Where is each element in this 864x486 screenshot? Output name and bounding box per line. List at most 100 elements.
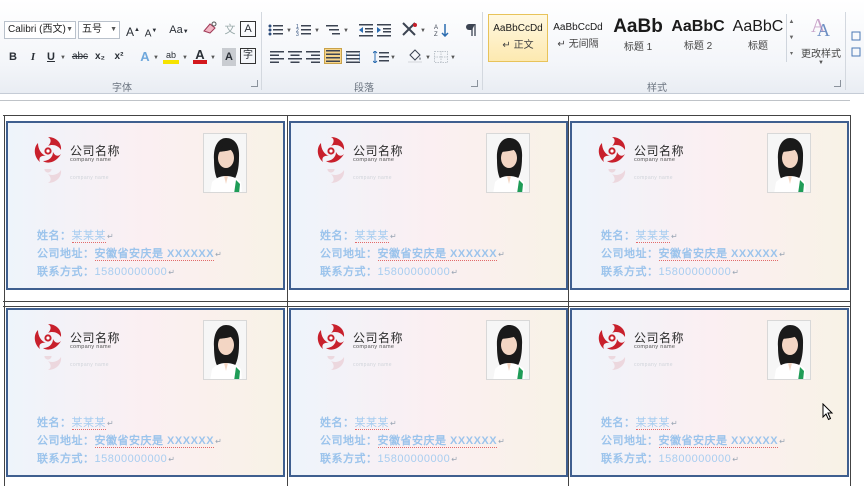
styles-dialog-launcher[interactable] (834, 80, 841, 87)
style-title[interactable]: AaBbC 标题 (728, 14, 788, 62)
sort-button[interactable]: AZ (434, 23, 450, 38)
style-name: 标题 2 (683, 41, 713, 52)
company-name-en: company name (353, 157, 395, 163)
align-right-button[interactable] (306, 50, 322, 64)
table-border-line (3, 115, 851, 116)
style-preview: AaBbCcDd (493, 23, 543, 34)
align-center-button[interactable] (288, 50, 304, 64)
chinese-layout-button[interactable] (401, 21, 417, 36)
name-field: 姓名：某某某↵ (601, 227, 678, 243)
highlight-dropdown-arrow[interactable]: ▼ (182, 55, 188, 61)
style-heading-1[interactable]: AaBb 标题 1 (608, 14, 668, 62)
business-card[interactable]: 公司名称 company name company name 姓名：某某某↵ 公… (289, 121, 568, 290)
gallery-more-button[interactable]: ▾ (787, 46, 796, 62)
business-card[interactable]: 公司名称 company name company name 姓名：某某某↵ 公… (570, 308, 849, 477)
gallery-up-button[interactable]: ▲ (787, 14, 796, 30)
line-spacing-dropdown-arrow[interactable]: ▼ (390, 55, 396, 61)
portrait-photo (767, 133, 811, 193)
name-value: 某某某 (354, 417, 389, 430)
change-case-button[interactable]: Aa▼ (168, 21, 190, 39)
ribbon: Calibri (西文) ▼ 五号 ▼ A▲ A▼ Aa▼ 文 A B I U … (0, 0, 864, 94)
font-size-dropdown[interactable]: 五号 ▼ (78, 21, 120, 39)
char-border-button[interactable]: 字 (240, 48, 256, 64)
contact-value: 15800000000 (658, 266, 732, 278)
numbering-dropdown-arrow[interactable]: ▼ (314, 28, 320, 34)
paragraph-mark-icon: ↵ (215, 437, 223, 446)
bold-icon: B (9, 51, 17, 63)
contact-field: 联系方式：15800000000↵ (601, 263, 740, 279)
contact-field: 联系方式：15800000000↵ (37, 263, 176, 279)
logo-reflection (44, 169, 62, 183)
align-left-button[interactable] (270, 50, 286, 64)
borders-dropdown-arrow[interactable]: ▼ (450, 55, 456, 61)
bullets-dropdown-arrow[interactable]: ▼ (286, 28, 292, 34)
numbering-button[interactable]: 123 (296, 23, 312, 38)
change-styles-button[interactable]: A A 更改样式 ▼ (800, 12, 842, 72)
superscript-button[interactable]: x² (112, 48, 126, 66)
enclose-char-button[interactable]: A (240, 21, 256, 37)
italic-button[interactable]: I (26, 48, 40, 66)
business-card[interactable]: 公司名称 company name company name 姓名：某某某↵ 公… (570, 121, 849, 290)
shading-dropdown-arrow[interactable]: ▼ (425, 55, 431, 61)
business-card[interactable]: 公司名称 company name company name 姓名：某某某↵ 公… (6, 121, 285, 290)
font-color-dropdown-arrow[interactable]: ▼ (210, 55, 216, 61)
document-area[interactable]: 公司名称 company name company name 姓名：某某某↵ 公… (0, 95, 864, 486)
underline-button[interactable]: U (44, 48, 58, 66)
portrait-image (204, 321, 246, 379)
business-card[interactable]: 公司名称 company name company name 姓名：某某某↵ 公… (6, 308, 285, 477)
bullets-button[interactable] (268, 23, 284, 37)
table-border-line (3, 301, 851, 302)
subscript-button[interactable]: x₂ (93, 48, 107, 66)
style-normal[interactable]: AaBbCcDd ↵ 正文 (488, 14, 548, 62)
group-separator (482, 12, 483, 90)
shading-button[interactable] (407, 49, 423, 63)
business-card[interactable]: 公司名称 company name company name 姓名：某某某↵ 公… (289, 308, 568, 477)
bold-button[interactable]: B (6, 48, 20, 66)
clear-format-button[interactable] (200, 21, 220, 39)
styles-gallery: AaBbCcDd ↵ 正文 AaBbCcDd ↵ 无间隔 AaBb 标题 1 A… (488, 14, 796, 62)
portrait-image (768, 321, 810, 379)
portrait-image (487, 134, 529, 192)
superscript-icon: x² (114, 51, 124, 62)
grow-font-button[interactable]: A▲ (126, 21, 140, 39)
name-label: 姓名： (601, 230, 636, 242)
phonetic-guide-button[interactable]: 文 (222, 21, 238, 39)
distributed-button[interactable] (345, 50, 362, 64)
enclose-char-icon: A (244, 23, 252, 35)
chinese-layout-dropdown-arrow[interactable]: ▼ (420, 28, 426, 34)
group-separator (261, 12, 262, 90)
borders-button[interactable] (434, 50, 450, 64)
text-effects-button[interactable]: A (138, 48, 152, 66)
paragraph-mark-icon: ↵ (215, 250, 223, 259)
increase-indent-button[interactable] (376, 23, 392, 37)
portrait-image (487, 321, 529, 379)
logo-reflection (44, 356, 62, 370)
multilevel-dropdown-arrow[interactable]: ▼ (343, 28, 349, 34)
table-border-line (4, 115, 5, 486)
paragraph-dialog-launcher[interactable] (471, 80, 478, 87)
shrink-font-button[interactable]: A▼ (144, 22, 158, 40)
show-marks-button[interactable] (462, 23, 478, 37)
strikethrough-button[interactable]: abc (70, 48, 90, 66)
font-name-dropdown[interactable]: Calibri (西文) ▼ (4, 21, 76, 39)
char-shading-button[interactable]: A (222, 48, 236, 66)
underline-dropdown-arrow[interactable]: ▼ (60, 55, 66, 61)
gallery-down-button[interactable]: ▼ (787, 30, 796, 46)
clear-format-icon (203, 21, 217, 34)
line-spacing-button[interactable] (372, 50, 389, 64)
font-dialog-launcher[interactable] (251, 80, 258, 87)
company-name-en: company name (634, 344, 676, 350)
decrease-indent-button[interactable] (358, 23, 374, 37)
highlight-icon: ab (165, 50, 176, 60)
text-effects-dropdown-arrow[interactable]: ▼ (153, 55, 159, 61)
multilevel-list-button[interactable] (325, 23, 341, 37)
paint-bucket-icon (408, 49, 422, 63)
highlight-button[interactable]: ab (162, 46, 180, 64)
paragraph-mark-icon: ↵ (107, 419, 115, 428)
address-field: 公司地址：安徽省安庆是 XXXXXX↵ (601, 245, 786, 261)
font-color-button[interactable]: A (192, 46, 208, 64)
style-heading-2[interactable]: AaBbC 标题 2 (668, 14, 728, 62)
style-no-spacing[interactable]: AaBbCcDd ↵ 无间隔 (548, 14, 608, 62)
address-value: 安徽省安庆是 XXXXXX (377, 248, 498, 261)
justify-button[interactable] (324, 48, 342, 64)
